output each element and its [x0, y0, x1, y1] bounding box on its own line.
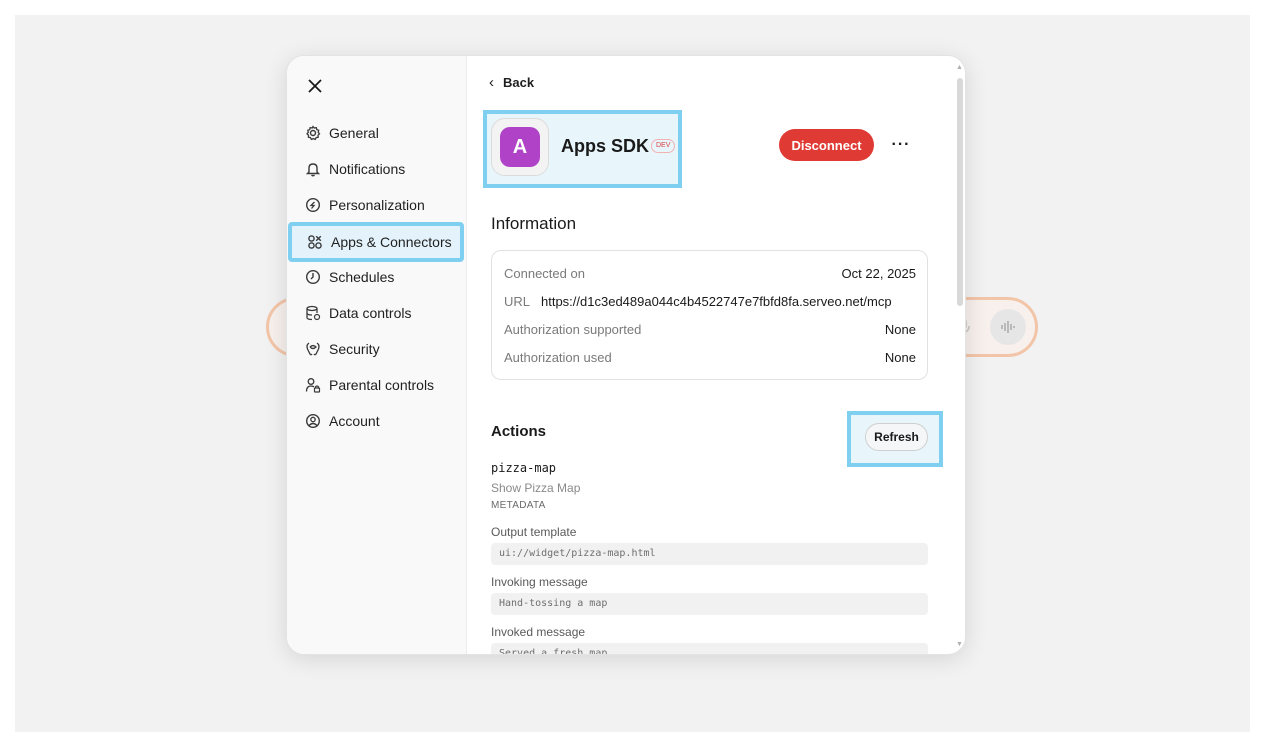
sidebar-item-schedules[interactable]: Schedules [291, 260, 461, 294]
scrollbar-thumb[interactable] [957, 78, 963, 306]
scroll-up-icon[interactable]: ▲ [956, 64, 963, 71]
actions-heading: Actions [491, 423, 547, 440]
sidebar-item-general[interactable]: General [291, 116, 461, 150]
sidebar-item-label: Data controls [329, 305, 412, 321]
back-label: Back [503, 75, 535, 90]
sidebar-item-label: Apps & Connectors [331, 234, 452, 250]
database-icon [304, 304, 322, 322]
shield-icon [304, 340, 322, 358]
more-options-button[interactable]: ··· [887, 134, 915, 156]
sidebar-item-personalization[interactable]: Personalization [291, 188, 461, 222]
sidebar-item-label: General [329, 125, 379, 141]
info-key: Authorization supported [504, 321, 642, 337]
sidebar-item-parental-controls[interactable]: Parental controls [291, 368, 461, 402]
refresh-highlight: Refresh [847, 411, 943, 467]
info-value: Oct 22, 2025 [841, 265, 916, 281]
sidebar-item-label: Schedules [329, 269, 395, 285]
chevron-left-icon: ‹ [489, 74, 494, 91]
account-icon [304, 412, 322, 430]
sidebar-item-label: Account [329, 413, 380, 429]
sidebar-item-notifications[interactable]: Notifications [291, 152, 461, 186]
sidebar-item-label: Parental controls [329, 377, 435, 393]
field-value-output-template: ui://widget/pizza-map.html [491, 543, 928, 565]
voice-mode-icon [990, 309, 1026, 345]
field-label-output-template: Output template [491, 525, 577, 539]
sidebar-item-apps-connectors[interactable]: Apps & Connectors [288, 222, 464, 262]
parental-icon [304, 376, 322, 394]
back-button[interactable]: ‹ Back [489, 74, 534, 91]
apps-icon [306, 233, 324, 251]
close-icon [308, 79, 322, 93]
close-button[interactable] [305, 76, 325, 96]
sidebar-item-label: Security [329, 341, 380, 357]
information-heading: Information [491, 214, 577, 233]
info-key: Authorization used [504, 349, 612, 365]
info-row-connected-on: Connected on Oct 22, 2025 [504, 263, 916, 283]
info-value: None [884, 349, 916, 365]
info-value: None [884, 321, 916, 337]
field-label-invoking-message: Invoking message [491, 575, 588, 589]
sidebar-item-label: Notifications [329, 161, 406, 177]
app-detail-panel: ‹ Back A Apps SDK DEV Disconnect ··· Inf… [467, 56, 965, 654]
app-header: A Apps SDK DEV [483, 110, 682, 188]
field-value-invoked-message: Served a fresh map [491, 643, 928, 654]
app-name: Apps SDK [561, 136, 650, 156]
personalization-icon [304, 196, 322, 214]
metadata-label: METADATA [491, 500, 546, 511]
clock-icon [304, 268, 322, 286]
dev-badge: DEV [651, 139, 676, 153]
field-value-invoking-message: Hand-tossing a map [491, 593, 928, 615]
info-row-url: URL https://d1c3ed489a044c4b4522747e7fbf… [504, 291, 916, 311]
tool-name: pizza-map [491, 461, 557, 475]
sidebar-item-data-controls[interactable]: Data controls [291, 296, 461, 330]
more-icon: ··· [891, 136, 911, 153]
app-logo-container: A [491, 118, 549, 176]
info-row-auth-supported: Authorization supported None [504, 319, 916, 339]
gear-icon [304, 124, 322, 142]
settings-dialog: General Notifications Personalization Ap… [286, 55, 966, 655]
info-key: URL [504, 293, 531, 309]
info-value-url[interactable]: https://d1c3ed489a044c4b4522747e7fbfd8fa… [541, 294, 916, 309]
sidebar-item-label: Personalization [329, 197, 425, 213]
info-row-auth-used: Authorization used None [504, 347, 916, 367]
refresh-button[interactable]: Refresh [865, 423, 928, 451]
scroll-down-icon[interactable]: ▼ [956, 641, 963, 648]
scrollbar[interactable]: ▲ ▼ [955, 64, 965, 648]
tool-description: Show Pizza Map [491, 481, 581, 495]
app-logo: A [500, 127, 540, 167]
sidebar-item-account[interactable]: Account [291, 404, 461, 438]
settings-sidebar: General Notifications Personalization Ap… [287, 56, 467, 654]
sidebar-item-security[interactable]: Security [291, 332, 461, 366]
bell-icon [304, 160, 322, 178]
field-label-invoked-message: Invoked message [491, 625, 586, 639]
information-card: Connected on Oct 22, 2025 URL https://d1… [491, 250, 928, 380]
disconnect-button[interactable]: Disconnect [779, 129, 874, 161]
info-key: Connected on [504, 265, 585, 281]
